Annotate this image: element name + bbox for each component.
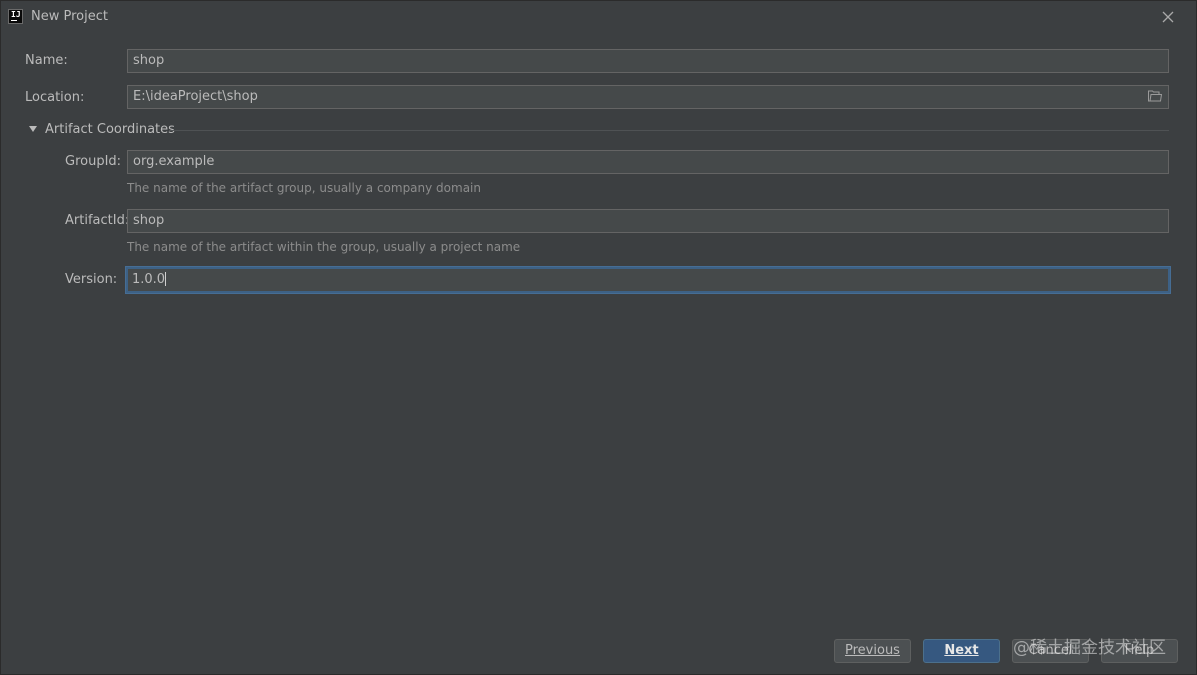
help-button[interactable]: Help [1101,639,1178,663]
previous-button[interactable]: Previous [834,639,911,663]
group-id-hint: The name of the artifact group, usually … [127,181,481,195]
location-field[interactable]: E:\ideaProject\shop [127,85,1169,109]
version-field[interactable]: 1.0.0 [126,267,1170,293]
section-separator [169,130,1169,131]
cancel-button[interactable]: Cancel [1012,639,1089,663]
title-bar: IJ New Project [1,1,1196,33]
group-id-label: GroupId: [65,154,122,169]
text-caret [165,272,167,286]
previous-button-label: Previous [845,643,900,658]
name-field[interactable]: shop [127,49,1169,73]
intellij-idea-logo-icon: IJ [8,9,23,24]
name-value: shop [133,53,165,68]
browse-folder-icon[interactable] [1148,90,1162,102]
close-icon [1162,11,1174,23]
artifact-id-field[interactable]: shop [127,209,1169,233]
next-button-label: Next [944,643,979,658]
artifact-coordinates-title: Artifact Coordinates [45,122,175,137]
artifact-id-value: shop [133,213,165,228]
location-value: E:\ideaProject\shop [133,89,258,104]
version-label: Version: [65,272,118,287]
close-button[interactable] [1158,7,1178,27]
location-label: Location: [25,90,85,105]
help-button-label: Help [1124,643,1155,658]
group-id-value: org.example [133,154,215,169]
name-label: Name: [25,53,68,68]
new-project-dialog: IJ New Project Name: shop Location: E:\i… [0,0,1197,675]
next-button[interactable]: Next [923,639,1000,663]
expand-triangle-icon [29,126,37,132]
group-id-field[interactable]: org.example [127,150,1169,174]
cancel-button-label: Cancel [1028,643,1073,658]
version-value: 1.0.0 [132,272,166,287]
window-title: New Project [31,9,108,24]
artifact-id-label: ArtifactId: [65,213,130,228]
artifact-id-hint: The name of the artifact within the grou… [127,240,521,254]
